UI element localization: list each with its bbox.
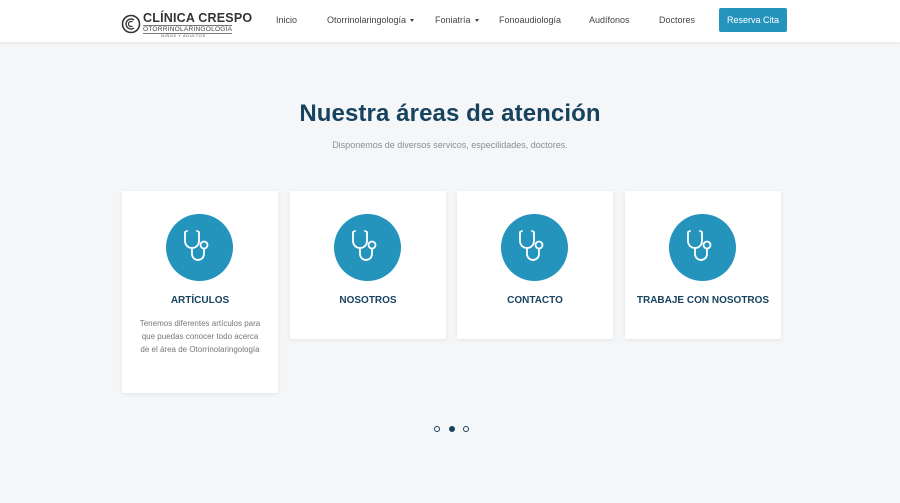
nav-item-otorrinolaringologia[interactable]: Otorrinolaringología: [327, 14, 415, 26]
section-subtitle: Disponemos de diversos servicos, especil…: [332, 140, 568, 150]
site-header: CLÍNICA CRESPO OTORRINOLARINGOLOGÍA NIÑO…: [0, 0, 900, 42]
nav-item-audifonos[interactable]: Audífonos: [589, 14, 630, 26]
reserva-cita-button[interactable]: Reserva Cita: [719, 8, 787, 32]
logo-tagline: NIÑOS Y ADULTOS: [161, 33, 206, 38]
card-trabaje-con-nosotros[interactable]: TRABAJE CON NOSOTROS: [625, 191, 781, 339]
logo-title: CLÍNICA CRESPO: [143, 11, 253, 25]
chevron-down-icon: [474, 19, 479, 23]
section-title: Nuestra áreas de atención: [299, 100, 601, 127]
card-contacto[interactable]: CONTACTO: [457, 191, 613, 339]
nav-item-label: Foniatría: [435, 15, 471, 25]
card-articulos[interactable]: ARTÍCULOS Tenemos diferentes artículos p…: [122, 191, 278, 393]
nav-item-label: Doctores: [659, 15, 696, 25]
stethoscope-icon: [334, 214, 401, 281]
nav-item-label: Otorrinolaringología: [327, 15, 407, 25]
nav-item-label: Audífonos: [589, 15, 630, 25]
nav-item-label: Inicio: [276, 15, 298, 25]
chevron-down-icon: [410, 19, 415, 23]
card-title: TRABAJE CON NOSOTROS: [636, 295, 770, 306]
carousel-dot-2[interactable]: [449, 426, 455, 432]
nav-item-foniatria[interactable]: Foniatría: [435, 14, 479, 26]
carousel-dot-3[interactable]: [463, 426, 469, 432]
nav-item-doctores[interactable]: Doctores: [659, 14, 695, 26]
nav-item-inicio[interactable]: Inicio: [276, 14, 297, 26]
ear-logo-icon: [121, 14, 141, 34]
card-nosotros[interactable]: NOSOTROS: [290, 191, 446, 339]
card-title: NOSOTROS: [339, 295, 397, 306]
carousel-dot-1[interactable]: [434, 426, 440, 432]
nav-item-label: Fonoaudiología: [499, 15, 562, 25]
card-title: ARTÍCULOS: [170, 295, 230, 306]
stethoscope-icon: [669, 214, 736, 281]
card-description: Tenemos diferentes artículos para que pu…: [139, 319, 261, 354]
card-title: CONTACTO: [507, 295, 563, 306]
nav-item-fonoaudiologia[interactable]: Fonoaudiología: [499, 14, 561, 26]
clinic-logo[interactable]: CLÍNICA CRESPO OTORRINOLARINGOLOGÍA NIÑO…: [121, 11, 252, 39]
stethoscope-icon: [166, 214, 233, 281]
stethoscope-icon: [501, 214, 568, 281]
